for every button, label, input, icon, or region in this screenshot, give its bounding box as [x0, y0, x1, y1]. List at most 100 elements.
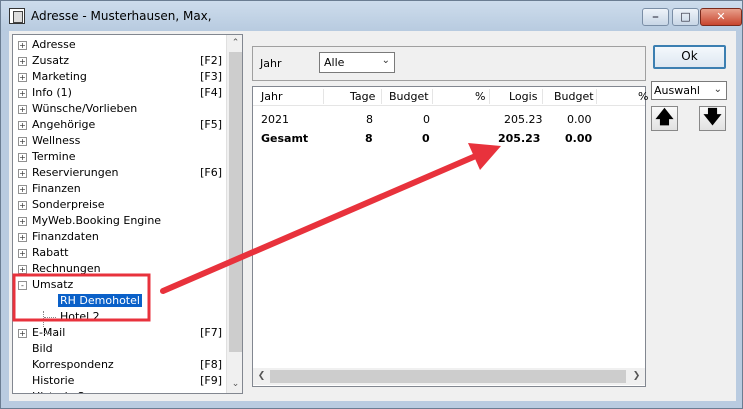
tree-item[interactable]: Korrespondenz [F8]	[13, 357, 226, 373]
column-header-budget[interactable]: Budget	[389, 90, 429, 103]
column-header-budget-2[interactable]: Budget	[554, 90, 594, 103]
move-up-button[interactable]: 🡅	[651, 106, 678, 131]
tree-item[interactable]: + MyWeb.Booking Engine	[13, 213, 226, 229]
column-header-percent[interactable]: %	[475, 90, 485, 103]
title-bar[interactable]: Adresse - Musterhausen, Max, ⎯ □ ✕	[1, 1, 742, 31]
tree-item[interactable]: + Rechnungen	[13, 261, 226, 277]
revenue-table[interactable]: Jahr Tage Budget % Logis Budget % 2021 8…	[252, 86, 648, 387]
expand-icon[interactable]: +	[18, 233, 27, 242]
tree-item[interactable]: + Rabatt	[13, 245, 226, 261]
tree-item-label: Wellness	[32, 134, 81, 147]
year-filter-label: Jahr	[260, 57, 282, 70]
cell-budget: 0	[423, 113, 430, 126]
expand-icon[interactable]: +	[18, 137, 27, 146]
tree-item-label: Adresse	[32, 38, 76, 51]
close-button[interactable]: ✕	[700, 8, 742, 26]
year-filter-select[interactable]: Alle ⌄	[319, 52, 395, 73]
expand-icon[interactable]: +	[18, 249, 27, 258]
tree-item[interactable]: + Angehörige [F5]	[13, 117, 226, 133]
tree-item[interactable]: + Finanzdaten	[13, 229, 226, 245]
tree-item[interactable]: Historie 2	[13, 389, 226, 393]
total-budget: 0	[422, 132, 430, 145]
tree-item[interactable]: + Wellness	[13, 133, 226, 149]
navigation-tree[interactable]: + Adresse + Zusatz [F2] + Marketing [F3] + Info (…	[12, 34, 243, 394]
chevron-up-icon: ⌃	[231, 38, 240, 48]
expand-icon[interactable]: +	[18, 217, 27, 226]
tree-item-label: Bild	[32, 342, 53, 355]
tree-item-shortcut: [F4]	[200, 86, 222, 99]
tree-item[interactable]: Historie [F9]	[13, 373, 226, 389]
tree-item[interactable]: + Finanzen	[13, 181, 226, 197]
tree-item[interactable]: Bild	[13, 341, 226, 357]
tree-item-label: Korrespondenz	[32, 358, 114, 371]
tree-item-label: RH Demohotel	[58, 294, 142, 307]
column-divider[interactable]	[381, 89, 382, 104]
tree-item[interactable]: + Zusatz [F2]	[13, 53, 226, 69]
window-client-area: + Adresse + Zusatz [F2] + Marketing [F3] + Info (…	[9, 31, 736, 401]
tree-item-label: Hotel 2	[60, 310, 100, 323]
tree-item-shortcut: [F6]	[200, 166, 222, 179]
column-divider[interactable]	[432, 89, 433, 104]
maximize-button[interactable]: □	[672, 8, 699, 26]
scroll-thumb[interactable]	[229, 52, 242, 352]
scroll-right-button[interactable]: ❯	[628, 368, 645, 385]
column-divider[interactable]	[596, 89, 597, 104]
tree-item-label: Finanzen	[32, 182, 81, 195]
tree-item-shortcut: [F5]	[200, 118, 222, 131]
column-header-logis[interactable]: Logis	[509, 90, 537, 103]
column-divider[interactable]	[323, 89, 324, 104]
scroll-down-button[interactable]: ⌄	[227, 376, 242, 393]
tree-item-label: Reservierungen	[32, 166, 119, 179]
tree-item[interactable]: + Adresse	[13, 37, 226, 53]
address-window: Adresse - Musterhausen, Max, ⎯ □ ✕ + Adre…	[0, 0, 743, 409]
ok-button[interactable]: Ok	[653, 45, 726, 69]
column-divider[interactable]	[542, 89, 543, 104]
tree-item[interactable]: RH Demohotel	[13, 293, 226, 309]
expand-icon[interactable]: +	[18, 57, 27, 66]
expand-icon[interactable]: +	[18, 105, 27, 114]
expand-icon[interactable]: +	[18, 73, 27, 82]
chevron-down-icon: ⌄	[381, 55, 390, 66]
move-down-button[interactable]: 🡇	[699, 106, 726, 131]
collapse-icon[interactable]: -	[18, 281, 27, 290]
column-divider[interactable]	[489, 89, 490, 104]
tree-item[interactable]: + Marketing [F3]	[13, 69, 226, 85]
tree-item[interactable]: + Termine	[13, 149, 226, 165]
expand-icon[interactable]: +	[18, 89, 27, 98]
chevron-down-icon: ⌄	[231, 379, 240, 389]
table-horizontal-scrollbar[interactable]: ❮ ❯	[253, 368, 645, 385]
tree-item-label: Sonderpreise	[32, 198, 105, 211]
tree-item[interactable]: + Info (1) [F4]	[13, 85, 226, 101]
expand-icon[interactable]: +	[18, 185, 27, 194]
tree-item[interactable]: - Umsatz	[13, 277, 226, 293]
arrow-up-icon: 🡅	[655, 107, 674, 128]
expand-icon[interactable]: +	[18, 265, 27, 274]
cell-days: 8	[366, 113, 373, 126]
total-label: Gesamt	[261, 132, 309, 145]
column-header-days[interactable]: Tage	[350, 90, 375, 103]
tree-item-label: Termine	[32, 150, 76, 163]
scroll-up-button[interactable]: ⌃	[227, 35, 242, 52]
minimize-icon: ⎯	[652, 10, 659, 23]
tree-item[interactable]: + Wünsche/Vorlieben	[13, 101, 226, 117]
tree-item-label: Historie	[32, 374, 75, 387]
tree-item[interactable]: + Sonderpreise	[13, 197, 226, 213]
expand-icon[interactable]: +	[18, 121, 27, 130]
column-header-percent-2[interactable]: %	[638, 90, 648, 103]
expand-icon[interactable]: +	[18, 169, 27, 178]
tree-items: + Adresse + Zusatz [F2] + Marketing [F3] + Info (…	[13, 37, 226, 393]
expand-icon[interactable]: +	[18, 153, 27, 162]
expand-icon[interactable]: +	[18, 41, 27, 50]
selection-dropdown[interactable]: Auswahl ⌄	[651, 81, 727, 100]
tree-vertical-scrollbar[interactable]: ⌃ ⌄	[226, 35, 242, 393]
tree-item[interactable]: + Reservierungen [F6]	[13, 165, 226, 181]
expand-icon[interactable]: +	[18, 201, 27, 210]
chevron-right-icon: ❯	[632, 371, 641, 381]
cell-budget-2: 0.00	[567, 113, 592, 126]
expand-icon[interactable]: +	[18, 329, 27, 338]
column-header-year[interactable]: Jahr	[261, 90, 282, 103]
minimize-button[interactable]: ⎯	[642, 8, 669, 26]
chevron-down-icon: ⌄	[713, 84, 722, 95]
scroll-left-button[interactable]: ❮	[253, 368, 270, 385]
scroll-thumb[interactable]	[270, 370, 626, 383]
